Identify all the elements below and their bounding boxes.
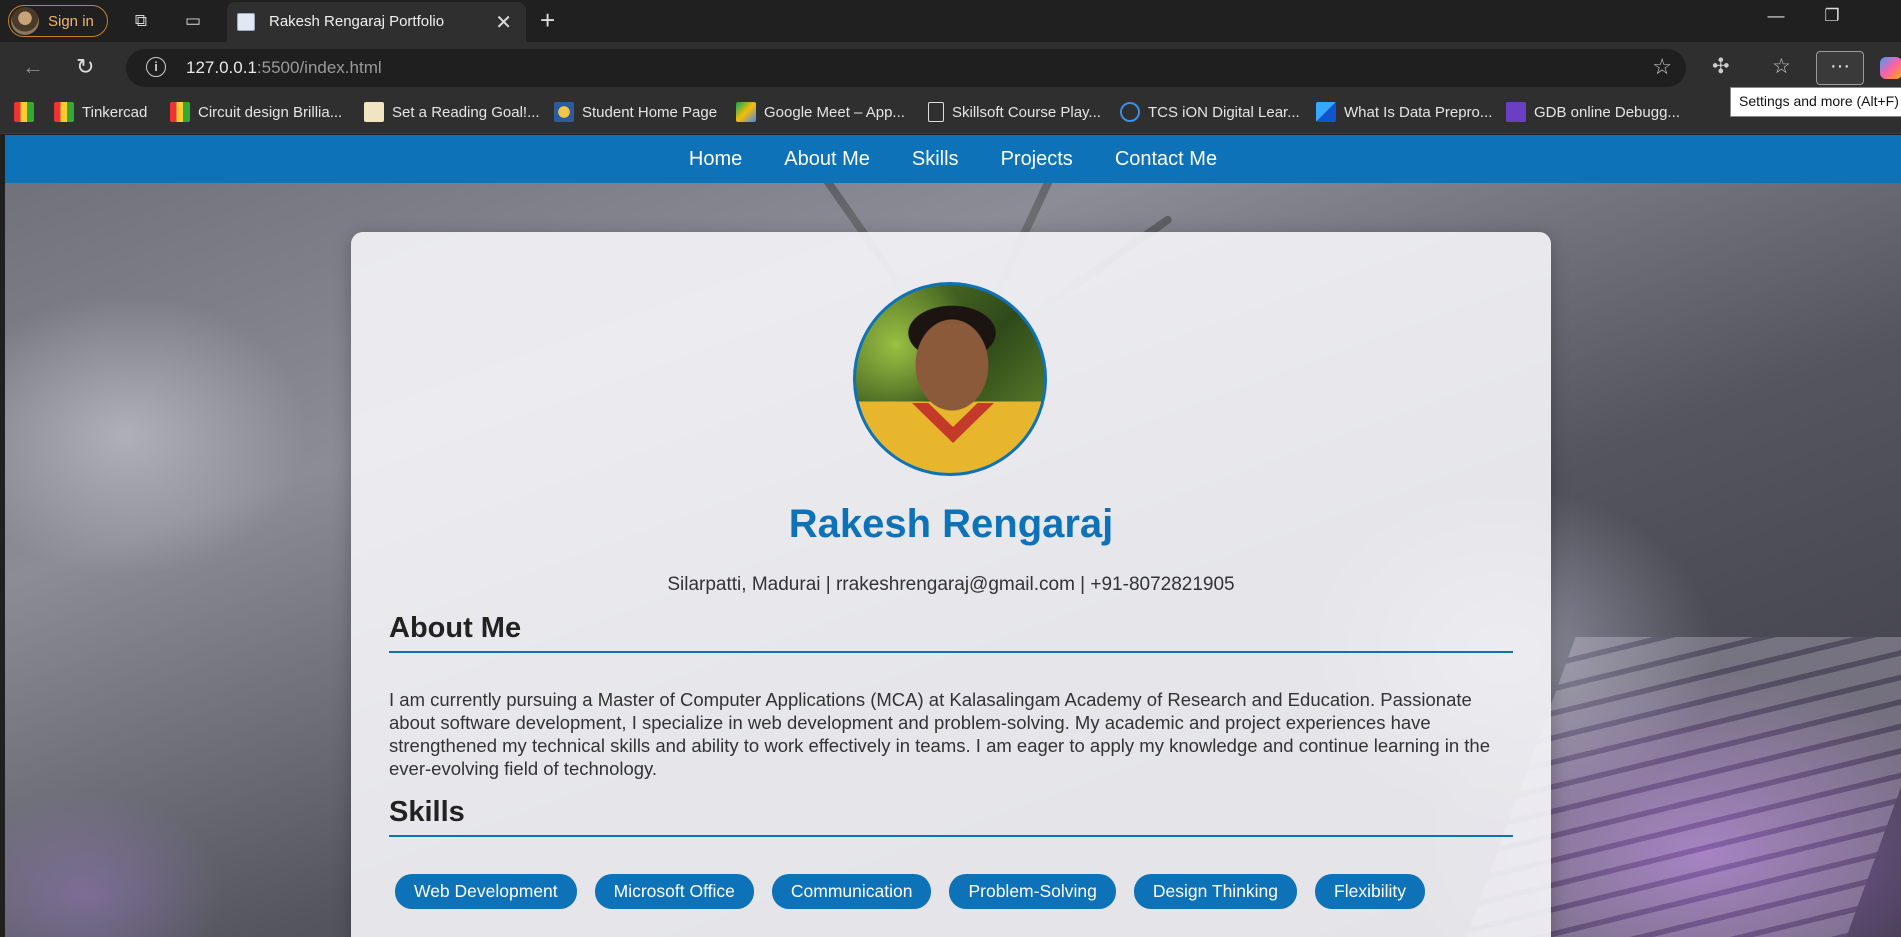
back-icon[interactable]: ← xyxy=(22,54,44,80)
nav-projects[interactable]: Projects xyxy=(980,135,1094,183)
bookmark-item[interactable]: Circuit design Brillia... xyxy=(170,102,342,122)
bookmark-item[interactable]: Tinkercad xyxy=(54,102,147,122)
nav-contact-me[interactable]: Contact Me xyxy=(1094,135,1238,183)
bookmark-item[interactable]: Skillsoft Course Play... xyxy=(928,102,1101,122)
power-icon xyxy=(1120,102,1140,122)
copilot-icon[interactable] xyxy=(1880,57,1901,79)
settings-tooltip: Settings and more (Alt+F) xyxy=(1730,87,1901,117)
address-bar[interactable]: i 127.0.0.1:5500/index.html ☆ xyxy=(126,49,1686,87)
nav-skills[interactable]: Skills xyxy=(891,135,980,183)
lightning-icon xyxy=(1506,102,1526,122)
profile-name: Rakesh Rengaraj xyxy=(788,502,1114,546)
bookmark-item[interactable]: Student Home Page xyxy=(554,102,717,122)
site-navbar: Home About Me Skills Projects Contact Me xyxy=(5,135,1901,183)
extensions-icon[interactable]: ✣ xyxy=(1712,54,1730,79)
favorite-star-icon[interactable]: ☆ xyxy=(1652,54,1672,80)
page-favicon-icon xyxy=(237,13,255,31)
settings-and-more-button[interactable]: ··· xyxy=(1816,51,1864,85)
tab-title: Rakesh Rengaraj Portfolio xyxy=(269,13,445,30)
sign-in-button[interactable]: Sign in xyxy=(8,5,108,37)
bookmark-favicon-icon xyxy=(54,102,74,122)
active-tab[interactable]: Rakesh Rengaraj Portfolio ✕ xyxy=(227,2,526,42)
page-viewport: Home About Me Skills Projects Contact Me… xyxy=(5,135,1901,937)
close-tab-icon[interactable]: ✕ xyxy=(495,10,512,35)
bookmark-favicon-icon xyxy=(1316,102,1336,122)
contact-info: Silarpatti, Madurai | rrakeshrengaraj@gm… xyxy=(667,574,1235,595)
about-text: I am currently pursuing a Master of Comp… xyxy=(389,689,1491,779)
nav-home[interactable]: Home xyxy=(668,135,763,183)
skill-badge: Design Thinking xyxy=(1133,874,1298,909)
about-heading: About Me xyxy=(389,612,1513,653)
bookmark-item[interactable] xyxy=(14,102,42,122)
sign-in-label: Sign in xyxy=(48,12,94,30)
skill-badge: Flexibility xyxy=(1315,874,1425,909)
profile-avatar xyxy=(11,7,39,35)
url-text[interactable]: 127.0.0.1:5500/index.html xyxy=(186,58,382,78)
profile-card: Rakesh Rengaraj Silarpatti, Madurai | rr… xyxy=(351,232,1551,937)
document-icon xyxy=(928,102,944,122)
restore-icon[interactable]: ❐ xyxy=(1812,6,1852,26)
bookmark-item[interactable]: Set a Reading Goal!... xyxy=(364,102,540,122)
bookmark-item[interactable]: GDB online Debugg... xyxy=(1506,102,1680,122)
minimize-icon[interactable]: — xyxy=(1756,6,1796,26)
skills-heading: Skills xyxy=(389,796,1513,837)
profile-photo xyxy=(853,282,1047,476)
bookmark-item[interactable]: Google Meet – App... xyxy=(736,102,905,122)
favorites-icon[interactable]: ☆ xyxy=(1772,54,1791,79)
skill-badge: Web Development xyxy=(395,874,577,909)
bookmark-favicon-icon xyxy=(554,102,574,122)
tab-actions-icon[interactable]: ▭ xyxy=(181,9,205,33)
goodreads-icon xyxy=(364,102,384,122)
bookmark-favicon-icon xyxy=(14,102,34,122)
google-meet-icon xyxy=(736,102,756,122)
refresh-icon[interactable]: ↻ xyxy=(76,54,94,80)
skill-badge: Problem-Solving xyxy=(949,874,1116,909)
skill-badge: Communication xyxy=(771,874,932,909)
browser-tab-strip: Sign in ⧉ ▭ Rakesh Rengaraj Portfolio ✕ … xyxy=(0,0,1901,42)
site-info-icon[interactable]: i xyxy=(146,57,166,77)
new-tab-icon[interactable]: + xyxy=(540,5,555,36)
bookmarks-bar: Tinkercad Circuit design Brillia... Set … xyxy=(0,94,1901,134)
bookmark-item[interactable]: TCS iON Digital Lear... xyxy=(1120,102,1300,122)
workspaces-icon[interactable]: ⧉ xyxy=(129,9,153,33)
bookmark-item[interactable]: What Is Data Prepro... xyxy=(1316,102,1492,122)
nav-about-me[interactable]: About Me xyxy=(763,135,891,183)
address-toolbar: ← ↻ i 127.0.0.1:5500/index.html ☆ ✣ ☆ xyxy=(0,42,1901,94)
skill-badge: Microsoft Office xyxy=(594,874,754,909)
bookmark-favicon-icon xyxy=(170,102,190,122)
skills-list: Web Development Microsoft Office Communi… xyxy=(395,874,1425,909)
